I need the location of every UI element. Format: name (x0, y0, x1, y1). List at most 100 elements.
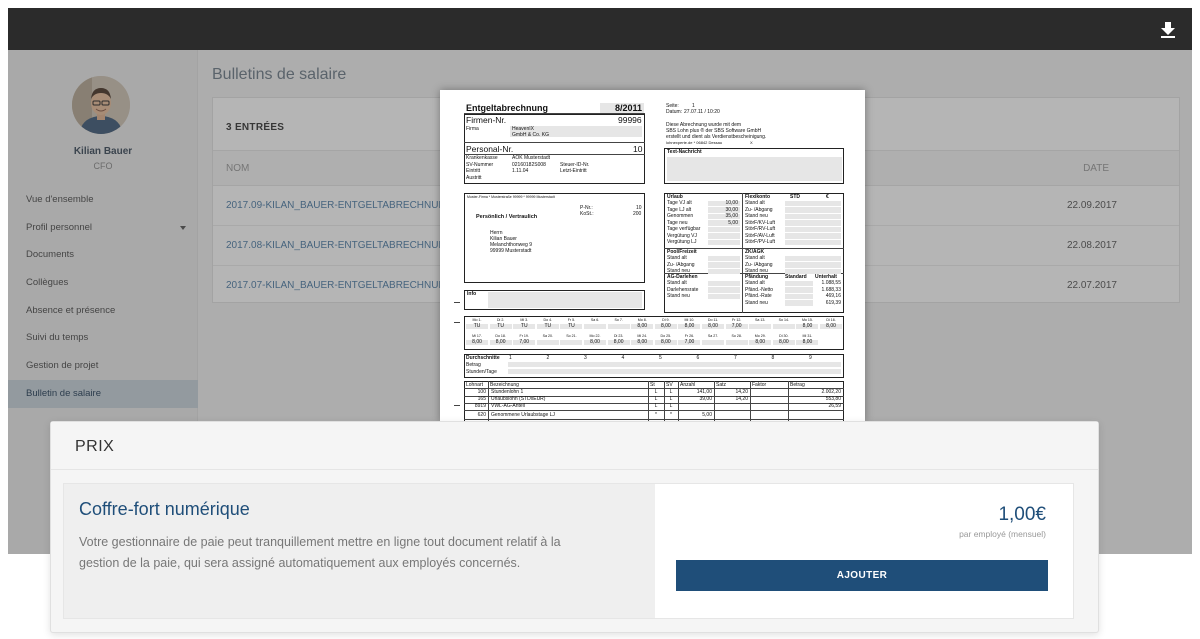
doc-cal-day: So 7. (614, 318, 623, 322)
row-date: 22.07.2017 (1066, 280, 1117, 291)
offer-box: Coffre-fort numérique Votre gestionnaire… (63, 483, 1074, 619)
doc-pool-label: Zu- /Abgang (667, 261, 695, 268)
doc-lohn-betrag: 26,59 (828, 403, 841, 409)
doc-cal-value: 8,00 (802, 323, 813, 329)
doc-kost-label: KoSt.: (580, 211, 594, 217)
doc-sv-label: SV-Nummer (466, 161, 494, 168)
file-link[interactable]: 2017.09-KILAN_BAUER-ENTGELTABRECHNUNG.PD… (226, 200, 476, 211)
doc-cal-day: Fr 26. (684, 334, 695, 338)
sidebar-item-colleagues[interactable]: Collègues (8, 269, 198, 297)
doc-datum: 27.07.11 / 10:20 (684, 109, 720, 115)
doc-durch-row: Stunden/Tage (466, 369, 497, 375)
doc-firma-label: Firma (466, 126, 479, 132)
doc-cal-value: 7,00 (731, 323, 742, 329)
doc-durch-row: Betrag (466, 362, 481, 368)
doc-lohn-nr: 620 (477, 412, 486, 418)
sidebar-item-absence[interactable]: Absence et présence (8, 297, 198, 325)
doc-lohn-st: L (654, 396, 658, 402)
doc-sv: 02160182S008 (512, 161, 546, 168)
doc-datum-label: Datum: (666, 109, 683, 115)
doc-cal-value: 8,00 (472, 339, 482, 345)
doc-lohn-satz: 14,20 (735, 389, 748, 395)
file-link[interactable]: 2017.08-KILAN_BAUER-ENTGELTABRECHNUNG.PD… (226, 240, 476, 251)
doc-cal-value: 8,00 (637, 323, 648, 329)
doc-cal-day: Di 2. (496, 318, 505, 322)
page-title: Bulletins de salaire (212, 66, 347, 83)
offer-price: 1,00€ (998, 504, 1046, 525)
doc-cal-value: 8,00 (755, 339, 766, 345)
doc-lohn-sv: L (669, 389, 673, 395)
doc-lohn-betrag: 2.002,20 (821, 389, 841, 395)
doc-addr-line: 99999 Musterstadt (490, 248, 532, 254)
doc-lohn-nr: 100 (477, 389, 486, 395)
sidebar-item-time-tracking[interactable]: Suivi du temps (8, 324, 198, 352)
doc-cal-value: 8,00 (802, 339, 813, 345)
doc-cal-day: Mo 15. (801, 318, 813, 322)
doc-pfaend-value: 469,16 (825, 293, 841, 299)
doc-lohn-nr: 165 (477, 396, 486, 402)
sidebar-item-profile[interactable]: Profil personnel (8, 214, 198, 242)
doc-cal-day: Do 25. (660, 334, 672, 338)
doc-durch-head: Durchschnitte (466, 355, 500, 361)
doc-lohn-name: Stundenlohn 1 (491, 389, 524, 395)
doc-urlaub-label: Genommen (667, 213, 694, 219)
sidebar-item-overview[interactable]: Vue d'ensemble (8, 186, 198, 214)
doc-addr-head: Muster-Firma * Musterstraße 99999 * 9999… (467, 195, 555, 199)
payslip-document-preview: Entgeltabrechnung 8/2011 Firmen-Nr. 9999… (440, 90, 865, 422)
doc-lohn-st: * (655, 412, 657, 418)
doc-cal-day: Mo 8. (637, 318, 647, 322)
doc-personal-label: Personal-Nr. (466, 144, 514, 154)
sidebar-item-documents[interactable]: Documents (8, 241, 198, 269)
doc-zk-label: Zu- /Abgang (745, 261, 773, 268)
file-link[interactable]: 2017.07-KILAN_BAUER-ENTGELTABRECHNUNG.PD… (226, 280, 476, 291)
doc-note-4: lohnexperte.de * 06842 Dessau (666, 140, 723, 145)
doc-cal-day: Mi 10. (684, 318, 695, 322)
doc-pfaend-value: 1.088,55 (821, 280, 841, 286)
doc-std-head: STD (790, 194, 800, 200)
doc-lohn-satz: 14,20 (735, 396, 748, 402)
doc-cal-day: Mo 22. (589, 334, 601, 338)
doc-standard-head: Standard (785, 274, 807, 280)
doc-flexi-label: Stand neu (745, 213, 768, 219)
doc-text-nachricht: Text-Nachricht (667, 149, 702, 155)
doc-urlaub-label: Tage neu (667, 219, 688, 226)
doc-lohn-name: Genommene Urlaubstage LJ (491, 412, 555, 418)
doc-pool-label: Stand alt (667, 255, 687, 261)
doc-info: Info (467, 291, 477, 297)
doc-cal-day: Fr 19. (519, 334, 529, 338)
doc-cal-value: TU (520, 323, 528, 329)
doc-durch-col: 3 (584, 355, 587, 361)
doc-cal-value: 8,00 (637, 339, 648, 345)
user-role: CFO (93, 161, 113, 171)
doc-pfaend-value: 1.688,33 (821, 286, 841, 293)
column-header-date[interactable]: DATE (1083, 163, 1109, 174)
sidebar-item-payslips[interactable]: Bulletin de salaire (8, 379, 198, 408)
doc-durch-col: 9 (809, 355, 812, 361)
doc-cal-day: Di 16. (826, 318, 836, 322)
doc-urlaub-label: Vergütung LJ (667, 239, 697, 245)
doc-pfaend-label: Pfänd.-Netto (745, 286, 774, 293)
doc-cal-day: Mi 31. (802, 334, 813, 338)
column-header-name[interactable]: NOM (226, 163, 249, 174)
user-name: Kilian Bauer (73, 146, 133, 157)
doc-cal-value: 8,00 (826, 323, 836, 329)
doc-confidential: Persönlich / Vertraulich (476, 214, 538, 220)
row-date: 22.08.2017 (1066, 240, 1117, 251)
doc-eintritt: 1.11.04 (512, 168, 529, 174)
download-icon[interactable] (1158, 19, 1178, 39)
doc-cal-value: 8,00 (660, 339, 671, 345)
doc-lohn-anzahl: 5,00 (702, 412, 712, 418)
doc-cal-value: 8,00 (590, 339, 600, 345)
doc-cal-value: 8,00 (660, 323, 671, 329)
avatar (72, 76, 130, 134)
doc-flexi-label: StörF/RV-Luft (745, 226, 776, 232)
doc-urlaub-value: 30,00 (725, 206, 738, 213)
doc-cal-day: So 28. (731, 334, 742, 338)
sidebar-item-projects[interactable]: Gestion de projet (8, 352, 198, 380)
doc-cal-value: 7,00 (519, 339, 530, 345)
add-button[interactable]: AJOUTER (676, 560, 1048, 591)
doc-cal-day: Do 18. (495, 334, 506, 338)
doc-flexi-label: StörF/AV-Luft (745, 232, 775, 239)
doc-cal-day: Sa 6. (590, 318, 600, 322)
doc-kk-label: Krankenkasse (466, 155, 498, 161)
